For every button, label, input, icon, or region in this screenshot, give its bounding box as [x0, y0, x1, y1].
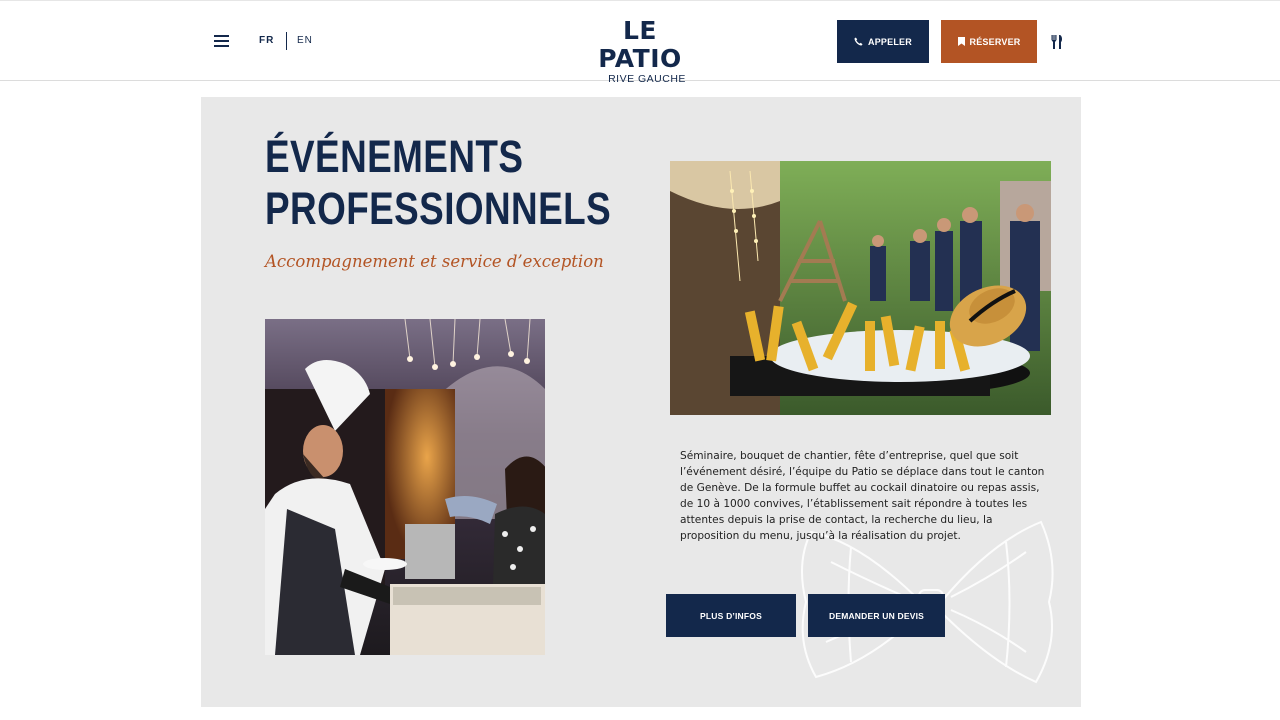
lang-fr-link[interactable]: FR [259, 35, 274, 46]
more-info-button[interactable]: PLUS D’INFOS [666, 594, 796, 637]
book-button[interactable]: RÉSERVER [941, 20, 1037, 63]
book-label: RÉSERVER [969, 36, 1021, 47]
chef-photo [265, 319, 545, 655]
title-line-2: PROFESSIONNELS [265, 183, 612, 234]
events-section: ÉVÉNEMENTS PROFESSIONNELS Accompagnement… [201, 97, 1081, 707]
phone-icon [854, 37, 863, 46]
page-subtitle: Accompagnement et service d’exception [265, 252, 604, 271]
menu-icon[interactable] [214, 35, 230, 49]
request-quote-button[interactable]: DEMANDER UN DEVIS [808, 594, 945, 637]
drinks-photo [670, 161, 1051, 415]
logo-subtitle: RIVE GAUCHE [608, 73, 686, 85]
lang-divider [286, 32, 287, 50]
bookmark-icon [957, 37, 965, 46]
site-logo[interactable]: LE PATIO RIVE GAUCHE [580, 16, 700, 86]
site-header: FR EN LE PATIO RIVE GAUCHE APPELER RÉSER… [0, 0, 1280, 85]
page-title: ÉVÉNEMENTS PROFESSIONNELS [265, 131, 611, 235]
logo-title: LE PATIO [598, 16, 682, 73]
call-button[interactable]: APPELER [837, 20, 929, 63]
title-line-1: ÉVÉNEMENTS [265, 131, 524, 182]
cutlery-icon[interactable] [1051, 35, 1063, 49]
call-label: APPELER [868, 36, 912, 47]
lang-en-link[interactable]: EN [297, 35, 313, 46]
description-text: Séminaire, bouquet de chantier, fête d’e… [680, 450, 1045, 542]
